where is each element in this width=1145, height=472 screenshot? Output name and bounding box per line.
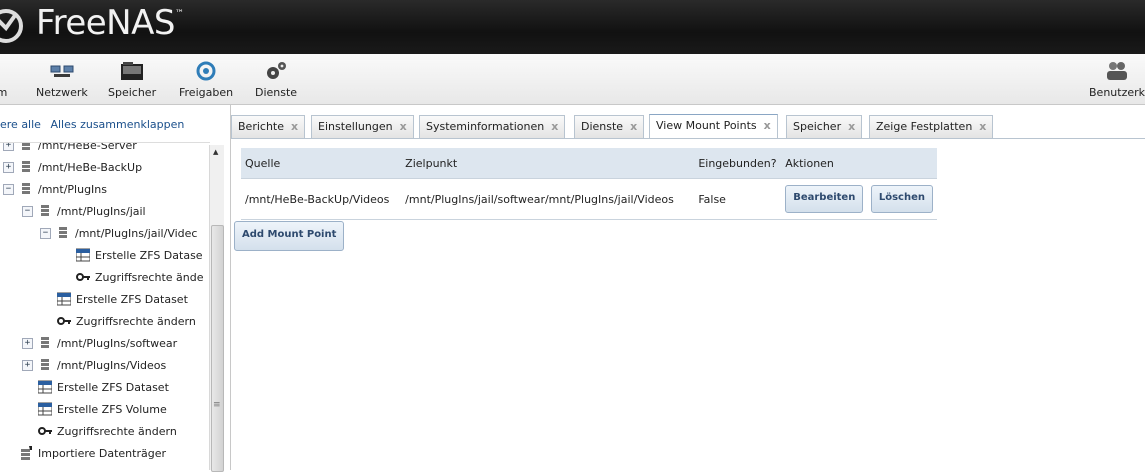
toolbar-network-button[interactable]: Netzwerk xyxy=(36,60,88,100)
delete-button[interactable]: Löschen xyxy=(870,185,933,213)
services-gear-icon xyxy=(267,62,287,79)
scrollbar-thumb[interactable] xyxy=(211,225,224,472)
tree-scrollbar[interactable]: ▲ ≡ xyxy=(209,145,224,472)
tab-close-icon[interactable]: x xyxy=(630,120,637,133)
freenas-logo-icon xyxy=(0,9,23,43)
tree-item-create-zfs-dataset[interactable]: Erstelle ZFS Dataset xyxy=(38,377,169,397)
navigation-tree: + /mnt/HeBe-Server + /mnt/HeBe-BackUp − … xyxy=(0,142,210,471)
tree-item-change-permissions[interactable]: Zugriffsrechte ändern xyxy=(38,421,177,441)
storage-icon xyxy=(121,62,144,80)
collapse-toggle[interactable]: − xyxy=(22,205,33,217)
volume-icon xyxy=(41,205,49,216)
trademark-mark: ™ xyxy=(174,9,184,19)
table-row: /mnt/HeBe-BackUp/Videos /mnt/PlugIns/jai… xyxy=(241,178,937,220)
expand-all-link[interactable]: ere alle xyxy=(0,118,41,131)
expand-toggle[interactable]: + xyxy=(22,359,33,371)
column-header-quelle: Quelle xyxy=(241,148,402,179)
mount-points-table: Quelle Zielpunkt Eingebunden? Aktionen /… xyxy=(241,148,937,220)
main-toolbar: m Netzwerk Speicher Freigaben Dienste Be… xyxy=(0,54,1145,105)
tab-berichte[interactable]: Berichte x xyxy=(231,115,306,138)
toolbar-accounts-button[interactable]: Benutzerk xyxy=(1089,60,1145,100)
network-icon xyxy=(50,65,74,77)
cell-eingebunden: False xyxy=(694,178,782,220)
tree-expand-links: ere alle Alles zusammenklappen xyxy=(0,118,190,131)
collapse-toggle[interactable]: − xyxy=(3,183,14,195)
key-icon xyxy=(38,427,52,435)
toolbar-services-button[interactable]: Dienste xyxy=(255,60,297,100)
add-mount-point-button[interactable]: Add Mount Point xyxy=(234,221,345,251)
collapse-all-link[interactable]: Alles zusammenklappen xyxy=(50,118,184,131)
tree-item-change-permissions[interactable]: Zugriffsrechte ändern xyxy=(57,311,196,331)
expand-toggle[interactable]: + xyxy=(3,161,14,173)
volume-icon xyxy=(59,227,67,238)
cell-quelle: /mnt/HeBe-BackUp/Videos xyxy=(241,178,402,220)
scroll-up-arrow-icon[interactable]: ▲ xyxy=(213,148,218,156)
tab-dienste[interactable]: Dienste x xyxy=(574,115,645,138)
create-volume-icon xyxy=(38,402,52,416)
volume-icon xyxy=(22,183,30,194)
left-navigation-panel: ere alle Alles zusammenklappen + /mnt/He… xyxy=(0,105,231,470)
edit-button[interactable]: Bearbeiten xyxy=(785,185,864,213)
tree-item-plugins-jail-videos[interactable]: − /mnt/PlugIns/jail/Videc xyxy=(40,223,197,243)
volume-icon xyxy=(22,161,30,172)
tree-item-create-zfs-volume[interactable]: Erstelle ZFS Volume xyxy=(38,399,167,419)
tree-item-create-zfs-dataset[interactable]: Erstelle ZFS Dataset xyxy=(57,289,188,309)
tree-item-create-zfs-dataset[interactable]: Erstelle ZFS Datase xyxy=(76,245,203,265)
mount-points-panel: Quelle Zielpunkt Eingebunden? Aktionen /… xyxy=(231,139,1145,470)
volume-icon xyxy=(41,337,49,348)
toolbar-storage-button[interactable]: Speicher xyxy=(108,60,156,100)
collapse-toggle[interactable]: − xyxy=(40,227,51,239)
create-dataset-icon xyxy=(57,292,71,306)
app-header: FreeNAS™ xyxy=(0,0,1145,54)
tree-item-hebe-server[interactable]: + /mnt/HeBe-Server xyxy=(3,143,137,155)
scrollbar-grip-icon: ≡ xyxy=(213,400,221,410)
tab-close-icon[interactable]: x xyxy=(764,119,771,132)
tab-systeminformationen[interactable]: Systeminformationen x xyxy=(419,115,566,138)
create-dataset-icon xyxy=(76,248,90,262)
tree-item-plugins[interactable]: − /mnt/PlugIns xyxy=(3,179,107,199)
tab-close-icon[interactable]: x xyxy=(979,120,986,133)
import-volume-icon xyxy=(21,446,32,460)
accounts-icon xyxy=(1107,62,1127,80)
create-dataset-icon xyxy=(38,380,52,394)
tab-speicher[interactable]: Speicher x xyxy=(786,115,863,138)
tab-einstellungen[interactable]: Einstellungen x xyxy=(311,115,414,138)
system-icon xyxy=(0,60,8,82)
shares-icon xyxy=(196,61,216,81)
tree-item-plugins-videos[interactable]: + /mnt/PlugIns/Videos xyxy=(22,355,166,375)
cell-zielpunkt: /mnt/PlugIns/jail/softwear/mnt/PlugIns/j… xyxy=(401,178,695,220)
key-icon xyxy=(76,273,90,281)
tree-item-plugins-softwear[interactable]: + /mnt/PlugIns/softwear xyxy=(22,333,177,353)
column-header-zielpunkt: Zielpunkt xyxy=(401,148,695,179)
volume-icon xyxy=(41,359,49,370)
tab-bar: Berichte x Einstellungen x Systeminformati… xyxy=(231,114,1145,139)
cell-aktionen: Bearbeiten Löschen xyxy=(781,178,937,220)
tab-close-icon[interactable]: x xyxy=(848,120,855,133)
tree-item-hebe-backup[interactable]: + /mnt/HeBe-BackUp xyxy=(3,157,142,177)
table-header-row: Quelle Zielpunkt Eingebunden? Aktionen xyxy=(241,148,937,179)
key-icon xyxy=(57,317,71,325)
expand-toggle[interactable]: + xyxy=(22,337,33,349)
freenas-logo-text: FreeNAS™ xyxy=(36,3,184,43)
tab-close-icon[interactable]: x xyxy=(291,120,298,133)
tab-zeige-festplatten[interactable]: Zeige Festplatten x xyxy=(869,115,994,138)
expand-toggle[interactable]: + xyxy=(3,143,14,151)
column-header-aktionen: Aktionen xyxy=(781,148,937,179)
volume-icon xyxy=(22,143,30,150)
tree-item-plugins-jail[interactable]: − /mnt/PlugIns/jail xyxy=(22,201,146,221)
toolbar-system-button[interactable]: m xyxy=(0,60,8,100)
toolbar-shares-button[interactable]: Freigaben xyxy=(179,60,233,100)
column-header-eingebunden: Eingebunden? xyxy=(694,148,782,179)
tab-close-icon[interactable]: x xyxy=(551,120,558,133)
tab-close-icon[interactable]: x xyxy=(400,120,407,133)
tree-item-import-volume[interactable]: Importiere Datenträger xyxy=(19,443,166,463)
tree-item-change-permissions[interactable]: Zugriffsrechte ände xyxy=(76,267,204,287)
tab-view-mount-points[interactable]: View Mount Points x xyxy=(649,114,778,138)
